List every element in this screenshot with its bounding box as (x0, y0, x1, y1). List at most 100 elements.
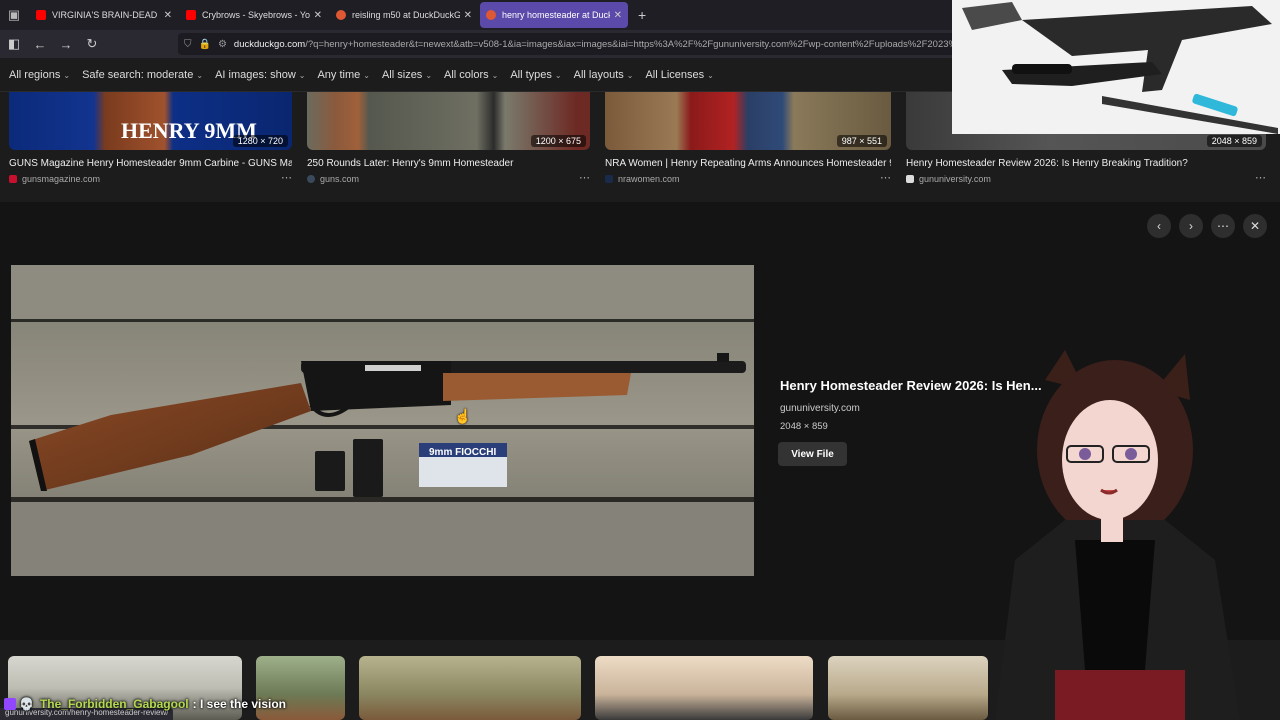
url-host: duckduckgo.com (233, 38, 306, 50)
result-card[interactable]: HENRY 9MM 1280 × 720 GUNS Magazine Henry… (9, 92, 292, 184)
image-dimensions: 1280 × 720 (232, 135, 288, 147)
mouse-cursor-icon: ☝ (454, 408, 472, 424)
rifles-photo-image (952, 0, 1280, 134)
result-thumbnail[interactable]: 987 × 551 (605, 92, 891, 150)
filter-label: All Licenses (645, 68, 705, 81)
page-settings-icon[interactable]: ⚙ (218, 39, 227, 50)
tab-title: henry homesteader at DuckDuckGo (502, 10, 610, 20)
duckduckgo-icon (336, 10, 346, 20)
source-domain: nrawomen.com (618, 174, 680, 184)
more-options-icon[interactable]: ⋯ (579, 171, 590, 184)
detail-source[interactable]: gununiversity.com (780, 403, 860, 414)
vtuber-avatar (985, 340, 1255, 720)
youtube-icon (186, 10, 196, 20)
chevron-down-icon: ⌄ (196, 70, 204, 80)
result-thumbnail[interactable] (359, 656, 581, 720)
reload-icon[interactable]: ↻ (80, 32, 104, 56)
filter-layouts[interactable]: All layouts ⌄ (574, 69, 634, 81)
result-source[interactable]: gunsmagazine.com ⋯ (9, 171, 292, 184)
source-domain: gununiversity.com (919, 174, 991, 184)
tab-title: Crybrows - Skyebrows - YouTube (202, 10, 310, 20)
shield-icon[interactable]: ⛉ (184, 39, 192, 50)
result-title[interactable]: Henry Homesteader Review 2026: Is Henry … (906, 158, 1266, 169)
result-title[interactable]: 250 Rounds Later: Henry's 9mm Homesteade… (307, 158, 590, 169)
result-card[interactable]: 1200 × 675 250 Rounds Later: Henry's 9mm… (307, 92, 590, 184)
filter-types[interactable]: All types ⌄ (510, 69, 561, 81)
close-tab-icon[interactable]: ✕ (164, 10, 172, 21)
more-options-icon[interactable]: ⋯ (1211, 214, 1235, 238)
result-source[interactable]: guns.com ⋯ (307, 171, 590, 184)
camera-overlay (952, 0, 1280, 134)
filter-licenses[interactable]: All Licenses ⌄ (645, 69, 713, 81)
more-options-icon[interactable]: ⋯ (281, 171, 292, 184)
filter-regions[interactable]: All regions ⌄ (9, 69, 70, 81)
chevron-down-icon: ⌄ (554, 70, 562, 80)
site-favicon-icon (9, 175, 17, 183)
previous-image-chevron-left-icon[interactable]: ‹ (1147, 214, 1171, 238)
back-arrow-icon[interactable]: ← (28, 32, 52, 56)
image-dimensions: 987 × 551 (836, 135, 887, 147)
site-favicon-icon (906, 175, 914, 183)
more-options-icon[interactable]: ⋯ (880, 171, 891, 184)
filter-label: All types (510, 68, 552, 81)
image-dimensions: 1200 × 675 (530, 135, 586, 147)
close-tab-icon[interactable]: ✕ (314, 10, 322, 21)
sidebar-toggle-icon[interactable]: ◧ (2, 32, 26, 56)
filter-safe-search[interactable]: Safe search: moderate ⌄ (82, 69, 203, 81)
chat-overlay: 💀 The_Forbidden_Gabagool : I see the vis… (4, 697, 286, 711)
chevron-down-icon: ⌄ (425, 70, 433, 80)
next-image-chevron-right-icon[interactable]: › (1179, 214, 1203, 238)
screen: ▣ VIRGINIA'S BRAIN-DEAD NEW ✕ Crybrows -… (0, 0, 1280, 720)
close-tab-icon[interactable]: ✕ (614, 10, 622, 21)
result-source[interactable]: nrawomen.com ⋯ (605, 171, 891, 184)
close-tab-icon[interactable]: ✕ (464, 10, 472, 21)
source-domain: gunsmagazine.com (22, 174, 101, 184)
rifle-on-wood-image: 9mm FIOCCHI (11, 265, 754, 576)
result-thumbnail[interactable]: 1200 × 675 (307, 92, 590, 150)
duckduckgo-icon (486, 10, 496, 20)
filter-sizes[interactable]: All sizes ⌄ (382, 69, 432, 81)
result-thumbnail[interactable] (828, 656, 988, 720)
filter-label: All sizes (381, 68, 423, 81)
result-title[interactable]: NRA Women | Henry Repeating Arms Announc… (605, 158, 891, 169)
skull-icon: 💀 (19, 697, 34, 711)
tab-virginia[interactable]: VIRGINIA'S BRAIN-DEAD NEW ✕ (30, 2, 178, 28)
filter-label: All colors (444, 68, 489, 81)
tab-reisling[interactable]: reisling m50 at DuckDuckGo ✕ (330, 2, 478, 28)
tab-crybrows[interactable]: Crybrows - Skyebrows - YouTube ✕ (180, 2, 328, 28)
tab-title: VIRGINIA'S BRAIN-DEAD NEW (52, 10, 160, 20)
youtube-icon (36, 10, 46, 20)
more-options-icon[interactable]: ⋯ (1255, 171, 1266, 184)
close-icon[interactable]: ✕ (1243, 214, 1267, 238)
tab-overview-icon[interactable]: ▣ (0, 0, 28, 30)
twitch-icon (4, 698, 16, 710)
ammo-box-label: 9mm FIOCCHI (429, 447, 496, 458)
filter-label: AI images: show (215, 68, 296, 81)
tab-title: reisling m50 at DuckDuckGo (352, 10, 460, 20)
forward-arrow-icon[interactable]: → (54, 32, 78, 56)
filter-time[interactable]: Any time ⌄ (317, 69, 370, 81)
filter-colors[interactable]: All colors ⌄ (444, 69, 498, 81)
result-source[interactable]: gununiversity.com ⋯ (906, 171, 1266, 184)
address-bar[interactable]: ⛉ 🔒 ⚙ duckduckgo.com/?q=henry+homesteade… (178, 33, 968, 55)
result-title[interactable]: GUNS Magazine Henry Homesteader 9mm Carb… (9, 158, 292, 169)
new-tab-plus-icon[interactable]: + (638, 7, 646, 23)
image-dimensions: 2048 × 859 (1206, 135, 1262, 147)
chat-username: The_Forbidden_Gabagool (39, 697, 189, 711)
tab-henry-homesteader[interactable]: henry homesteader at DuckDuckGo ✕ (480, 2, 628, 28)
site-favicon-icon (605, 175, 613, 183)
detail-dimensions: 2048 × 859 (780, 421, 828, 432)
result-thumbnail[interactable] (595, 656, 813, 720)
site-favicon-icon (307, 175, 315, 183)
result-thumbnail[interactable]: HENRY 9MM 1280 × 720 (9, 92, 292, 150)
chevron-down-icon: ⌄ (626, 70, 634, 80)
result-card[interactable]: 987 × 551 NRA Women | Henry Repeating Ar… (605, 92, 891, 184)
filter-ai-images[interactable]: AI images: show ⌄ (215, 69, 305, 81)
chevron-down-icon: ⌄ (63, 70, 71, 80)
filter-label: Any time (317, 68, 361, 81)
chevron-down-icon: ⌄ (491, 70, 499, 80)
lock-icon[interactable]: 🔒 (199, 39, 211, 50)
preview-image[interactable]: 9mm FIOCCHI (11, 265, 754, 576)
chevron-down-icon: ⌄ (298, 70, 306, 80)
view-file-button[interactable]: View File (778, 442, 847, 466)
